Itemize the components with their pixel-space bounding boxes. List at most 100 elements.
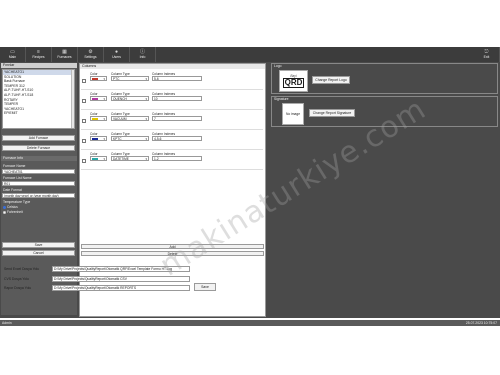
save-button[interactable]: Save: [2, 242, 75, 248]
toolbar-recipes-label: Recipes: [32, 55, 45, 59]
toolbar-users[interactable]: ● Users: [104, 47, 130, 62]
toolbar-info[interactable]: ⓘ Info: [130, 47, 156, 62]
add-column-button[interactable]: Add: [81, 244, 264, 249]
furnace-name-label: Furnace Name: [3, 164, 26, 168]
fahrenheit-label: Fahrenheit: [7, 210, 23, 214]
furnace-list-name-label: Furnace List Name: [3, 176, 32, 180]
color-picker[interactable]: ▾: [90, 136, 107, 141]
status-user: Admin: [2, 321, 12, 325]
logo-text-main: QRD: [282, 78, 305, 88]
column-checkbox[interactable]: [82, 99, 86, 103]
furnace-list-name-input[interactable]: R01: [2, 181, 75, 186]
color-swatch: [92, 138, 98, 140]
furnaces-header: Fırınlar: [1, 63, 77, 68]
chevron-down-icon: ▾: [145, 117, 147, 121]
celsius-radio[interactable]: Celsius: [3, 205, 18, 209]
delete-furnace-button[interactable]: Delete Furnace: [2, 145, 75, 151]
logo-group: Logo Bayi QRD Change Report Logo: [271, 63, 498, 94]
add-furnace-button[interactable]: Add Furnace: [2, 135, 75, 141]
report-path-label: Rapor Dosya Yolu: [4, 286, 32, 290]
toolbar-exit[interactable]: ⎋ Exit: [474, 47, 500, 62]
csv-path-label: CVS Dosya Yolu: [4, 277, 29, 281]
color-swatch: [92, 78, 98, 80]
change-report-logo-button[interactable]: Change Report Logo: [312, 76, 350, 84]
date-format-label: Date Format: [3, 188, 22, 192]
column-type-select[interactable]: QUENCH ▾: [111, 96, 149, 101]
save-paths-button[interactable]: Save: [194, 283, 216, 291]
logo-header: Logo: [274, 64, 282, 68]
color-picker[interactable]: ▾: [90, 116, 107, 121]
radio-unselected-icon: [3, 210, 6, 214]
column-indexes-input[interactable]: 7: [152, 116, 202, 121]
right-panel: Logo Bayi QRD Change Report Logo Signatu…: [268, 62, 500, 318]
column-indexes-input[interactable]: 10: [152, 96, 202, 101]
column-checkbox[interactable]: [82, 139, 86, 143]
change-report-signature-button[interactable]: Change Report Signature: [309, 109, 355, 117]
furnace-list-item[interactable]: EPIEMIT: [3, 111, 74, 116]
column-checkbox[interactable]: [82, 79, 86, 83]
excel-path-label: Send Excel Dosya Yolu: [4, 267, 40, 271]
column-row: Color ▾ Column Type VACUUM ▾ Column Index…: [81, 111, 263, 130]
column-checkbox[interactable]: [82, 159, 86, 163]
radio-selected-icon: [3, 205, 6, 209]
furnace-info-header: Furnace Info: [1, 156, 77, 161]
toolbar-settings-label: Settings: [84, 55, 97, 59]
chevron-down-icon: ▾: [103, 97, 105, 101]
status-datetime: 25.07.2023 10:75:07: [465, 321, 497, 325]
column-type-value: DATETIME: [113, 157, 129, 161]
columns-header: Columns: [80, 64, 265, 69]
toolbar-users-label: Users: [112, 55, 121, 59]
column-indexes-input[interactable]: 5-6: [152, 76, 202, 81]
column-checkbox[interactable]: [82, 119, 86, 123]
chevron-down-icon: ▾: [103, 117, 105, 121]
column-indexes-input[interactable]: 1-2: [152, 156, 202, 161]
chevron-down-icon: ▾: [145, 137, 147, 141]
toolbar-main-label: Main: [8, 55, 17, 59]
excel-path-input[interactable]: D:\My Drive\Projects\QualityReport\Otoma…: [52, 266, 190, 272]
column-type-value: KPTC: [113, 137, 122, 141]
report-logo-image: Bayi QRD: [279, 70, 308, 92]
csv-path-input[interactable]: D:\My Drive\Projects\QualityReport\Otoma…: [52, 276, 190, 282]
column-type-value: VACUUM: [113, 117, 127, 121]
column-type-select[interactable]: KPTC ▾: [111, 136, 149, 141]
column-row: Color ▾ Column Type DATETIME ▾ Column Ind…: [81, 151, 263, 170]
temperature-type-label: Temperature Type: [3, 200, 31, 204]
fahrenheit-radio[interactable]: Fahrenheit: [3, 210, 23, 214]
toolbar-recipes[interactable]: ≡ Recipes: [26, 47, 52, 62]
furnace-name-input[interactable]: YACHEAT01: [2, 169, 75, 174]
signature-group: Signature No image Change Report Signatu…: [271, 96, 498, 127]
toolbar-info-label: Info: [139, 55, 146, 59]
celsius-label: Celsius: [7, 205, 18, 209]
color-picker[interactable]: ▾: [90, 76, 107, 81]
color-swatch: [92, 118, 98, 120]
toolbar-settings[interactable]: ⚙ Settings: [78, 47, 104, 62]
furnace-list[interactable]: YACHEATO1 SOLUTION Bask Furnace TEMPER 3…: [2, 69, 75, 129]
column-type-select[interactable]: VACUUM ▾: [111, 116, 149, 121]
chevron-down-icon: ▾: [145, 77, 147, 81]
toolbar-furnaces-label: Furnaces: [57, 55, 72, 59]
chevron-down-icon: ▾: [145, 97, 147, 101]
toolbar-exit-label: Exit: [483, 55, 490, 59]
color-swatch: [92, 98, 98, 100]
column-indexes-input[interactable]: 4-5-6: [152, 136, 202, 141]
date-format-select[interactable]: (month day year) or (year month day): [2, 193, 75, 198]
chevron-down-icon: ▾: [103, 77, 105, 81]
column-type-select[interactable]: DATETIME ▾: [111, 156, 149, 161]
furnace-list-scrollbar[interactable]: [71, 70, 74, 128]
color-swatch: [92, 158, 98, 160]
toolbar-main[interactable]: ▭ Main: [0, 47, 26, 62]
toolbar-furnaces[interactable]: ▦ Furnaces: [52, 47, 78, 62]
cancel-button[interactable]: Cancel: [2, 250, 75, 256]
status-bar: Admin 25.07.2023 10:75:07: [0, 320, 500, 326]
toolbar: ▭ Main ≡ Recipes ▦ Furnaces ⚙ Settings ● User…: [0, 47, 500, 62]
report-path-input[interactable]: D:\My Drive\Projects\QualityReport\Otoma…: [52, 285, 190, 291]
column-type-select[interactable]: PTC ▾: [111, 76, 149, 81]
delete-column-button[interactable]: Delete: [81, 251, 264, 256]
color-picker[interactable]: ▾: [90, 96, 107, 101]
signature-header: Signature: [274, 97, 289, 101]
chevron-down-icon: ▾: [103, 137, 105, 141]
column-row: Color ▾ Column Type KPTC ▾ Column Indexes…: [81, 131, 263, 150]
report-signature-image: No image: [282, 103, 304, 125]
color-picker[interactable]: ▾: [90, 156, 107, 161]
column-row: Color ▾ Column Type PTC ▾ Column Indexes …: [81, 71, 263, 90]
